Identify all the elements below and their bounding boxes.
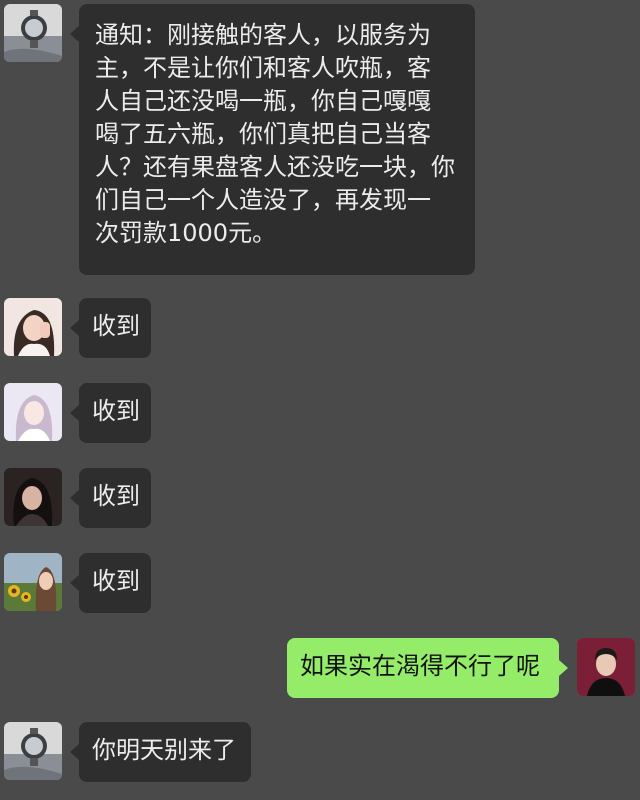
message-bubble[interactable]: 收到 bbox=[70, 553, 151, 613]
girl-avatar-icon[interactable] bbox=[4, 383, 62, 441]
message-bubble[interactable]: 收到 bbox=[70, 468, 151, 528]
watch-avatar-icon[interactable] bbox=[4, 722, 62, 780]
message-text: 收到 bbox=[92, 567, 140, 595]
message-text: 你明天别来了 bbox=[92, 736, 236, 764]
message-bubble[interactable]: 如果实在渴得不行了呢 bbox=[287, 638, 568, 698]
message-bubble[interactable]: 收到 bbox=[70, 383, 151, 443]
message-text: 如果实在渴得不行了呢 bbox=[300, 652, 540, 680]
girl-avatar-icon[interactable] bbox=[4, 298, 62, 356]
watch-avatar-icon[interactable] bbox=[4, 4, 62, 62]
message-text: 收到 bbox=[92, 312, 140, 340]
message-text: 收到 bbox=[92, 397, 140, 425]
message-text: 通知：刚接触的客人，以服务为 主，不是让你们和客人吹瓶，客 人自己还没喝一瓶，你… bbox=[95, 21, 455, 247]
message-bubble[interactable]: 收到 bbox=[70, 298, 151, 358]
message-text: 收到 bbox=[92, 482, 140, 510]
message-bubble[interactable]: 通知：刚接触的客人，以服务为 主，不是让你们和客人吹瓶，客 人自己还没喝一瓶，你… bbox=[70, 4, 475, 275]
girl-avatar-icon[interactable] bbox=[4, 468, 62, 526]
message-bubble[interactable]: 你明天别来了 bbox=[70, 722, 251, 782]
boy-avatar-icon[interactable] bbox=[577, 638, 635, 696]
sunflower-avatar-icon[interactable] bbox=[4, 553, 62, 611]
